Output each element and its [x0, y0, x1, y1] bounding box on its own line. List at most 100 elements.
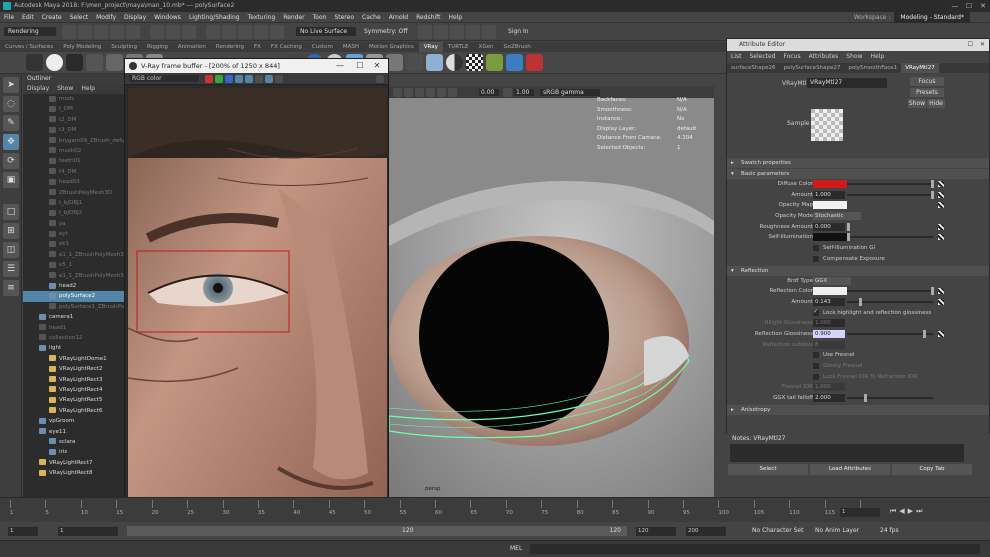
outliner-item[interactable]: VRayLightRect5 — [23, 395, 130, 405]
range-start-field[interactable]: 1 — [8, 527, 38, 536]
viewport-lighting-icon[interactable] — [404, 87, 413, 97]
outliner-item[interactable]: t4_DM — [23, 167, 130, 177]
shelf-tab-curves-surfaces[interactable]: Curves / Surfaces — [0, 42, 58, 52]
self-illum-gi-checkbox[interactable] — [813, 245, 819, 252]
shelf-tab-rendering[interactable]: Rendering — [211, 42, 249, 52]
outliner-item[interactable]: teeth01 — [23, 156, 130, 166]
lock-highlight-checkbox[interactable] — [813, 308, 819, 316]
node-name-field[interactable]: VRayMtl27 — [807, 78, 887, 88]
reflection-color-map-icon[interactable] — [938, 288, 944, 295]
shelf-tab-fx-caching[interactable]: FX Caching — [266, 42, 307, 52]
viewport-textures-icon[interactable] — [415, 87, 424, 97]
outliner-item[interactable]: head03 — [23, 177, 130, 187]
outliner-item[interactable]: VRayLightDome1 — [23, 354, 130, 364]
menu-redshift[interactable]: Redshift — [412, 12, 444, 23]
scale-tool-icon[interactable]: ▣ — [3, 172, 19, 188]
menu-render[interactable]: Render — [279, 12, 308, 23]
amount-map-icon[interactable] — [938, 191, 944, 198]
close-button[interactable]: ✕ — [976, 0, 990, 12]
outliner-item[interactable]: e1_1_ZBrushPolyMesh3D — [23, 250, 130, 260]
sign-in-button[interactable]: Sign In — [508, 28, 529, 35]
mono-icon[interactable] — [235, 74, 243, 83]
shelf-tab-fx[interactable]: FX — [249, 42, 266, 52]
current-frame-field[interactable]: 1 — [840, 508, 880, 517]
amount-slider[interactable] — [847, 190, 934, 199]
outliner-item[interactable]: VRayLightRect6 — [23, 406, 130, 416]
snap-plane-icon[interactable] — [254, 24, 268, 39]
self-illum-swatch[interactable] — [813, 233, 847, 242]
select-component-icon[interactable] — [182, 24, 196, 39]
refl-amount-map-icon[interactable] — [938, 298, 944, 305]
hide-button[interactable]: Hide — [927, 99, 945, 108]
select-hierarchy-icon[interactable] — [150, 24, 164, 39]
menu-windows[interactable]: Windows — [150, 12, 185, 23]
use-fresnel-checkbox[interactable] — [813, 352, 819, 359]
go-icon[interactable] — [526, 54, 543, 71]
displacement-icon[interactable] — [486, 54, 503, 71]
notes-textarea[interactable] — [730, 444, 964, 462]
menu-arnold[interactable]: Arnold — [385, 12, 412, 23]
workspace-select[interactable]: Modeling - Standard* — [894, 11, 970, 23]
outliner-layout-icon[interactable]: ☰ — [3, 261, 19, 277]
shelf-tab-turtle[interactable]: TURTLE — [443, 42, 474, 52]
ae-tab-surfaceshape[interactable]: surfaceShape26 — [727, 63, 780, 73]
menu-cache[interactable]: Cache — [358, 12, 385, 23]
render-frame-icon[interactable] — [66, 54, 83, 71]
viewport-shading-icon[interactable] — [393, 87, 402, 97]
single-view-icon[interactable]: □ — [3, 204, 19, 220]
undo-icon[interactable] — [110, 24, 124, 39]
section-swatch-properties[interactable]: Swatch properties — [727, 158, 989, 168]
open-scene-icon[interactable] — [78, 24, 92, 39]
menu-edit[interactable]: Edit — [18, 12, 38, 23]
vfb-minimize-button[interactable]: — — [332, 59, 348, 73]
reflection-gloss-field[interactable]: 0.900 — [813, 329, 845, 338]
ae-menu-help[interactable]: Help — [866, 51, 888, 63]
ae-maximize-button[interactable]: ☐ — [968, 39, 973, 51]
vfb-render-icon[interactable] — [376, 74, 384, 83]
four-view-icon[interactable]: ⊞ — [3, 223, 19, 239]
select-object-icon[interactable] — [166, 24, 180, 39]
outliner-item[interactable]: VRayLightRect8 — [23, 468, 130, 478]
roughness-map-icon[interactable] — [938, 223, 944, 230]
move-tool-icon[interactable]: ✥ — [3, 134, 19, 150]
ae-menu-attributes[interactable]: Attributes — [805, 51, 843, 63]
outliner-item[interactable]: ek1 — [23, 239, 130, 249]
ggx-tail-field[interactable]: 2.000 — [813, 394, 845, 403]
menu-modify[interactable]: Modify — [92, 12, 120, 23]
render-settings-icon[interactable] — [450, 24, 464, 39]
proxy-icon[interactable] — [406, 54, 423, 71]
outliner-item[interactable]: e5_1 — [23, 260, 130, 270]
shelf-tab-vray[interactable]: VRay — [418, 42, 443, 52]
minimize-button[interactable]: — — [948, 0, 962, 12]
gamma-icon[interactable] — [503, 87, 512, 97]
playback-end-field[interactable]: 120 — [636, 527, 676, 536]
gamma-field[interactable]: 1.00 — [514, 88, 534, 96]
ggx-tail-slider[interactable] — [847, 394, 933, 403]
new-scene-icon[interactable] — [62, 24, 76, 39]
ae-close-button[interactable]: ✕ — [980, 39, 985, 51]
vray-logo-icon[interactable] — [46, 54, 63, 71]
menu-display[interactable]: Display — [120, 12, 150, 23]
outliner-item[interactable]: mods — [23, 94, 130, 104]
render-view-icon[interactable] — [482, 24, 496, 39]
outliner-item[interactable]: VRayLightRect4 — [23, 385, 130, 395]
command-input[interactable] — [530, 544, 980, 554]
menu-file[interactable]: File — [0, 12, 18, 23]
playback-start-field[interactable]: 1 — [58, 527, 118, 536]
fur-icon[interactable] — [446, 54, 463, 71]
copy-tab-button[interactable]: Copy Tab — [892, 464, 972, 475]
outliner-item[interactable]: eyt — [23, 229, 130, 239]
shelf-tab-custom[interactable]: Custom — [307, 42, 338, 52]
outliner-item[interactable]: t_DM — [23, 104, 130, 114]
snap-point-icon[interactable] — [238, 24, 252, 39]
shelf-tab-mash[interactable]: MASH — [338, 42, 364, 52]
redo-icon[interactable] — [126, 24, 140, 39]
select-button[interactable]: Select — [728, 464, 808, 475]
ae-tab-vraymtl[interactable]: VRayMtl27 — [901, 63, 939, 73]
side-by-side-icon[interactable]: ◫ — [3, 242, 19, 258]
gear-icon[interactable] — [26, 54, 43, 71]
rotate-tool-icon[interactable]: ⟳ — [3, 153, 19, 169]
self-illum-map-icon[interactable] — [938, 234, 944, 241]
outliner-item[interactable]: VRayLightRect3 — [23, 375, 130, 385]
fps-select[interactable]: 24 fps — [880, 527, 899, 534]
